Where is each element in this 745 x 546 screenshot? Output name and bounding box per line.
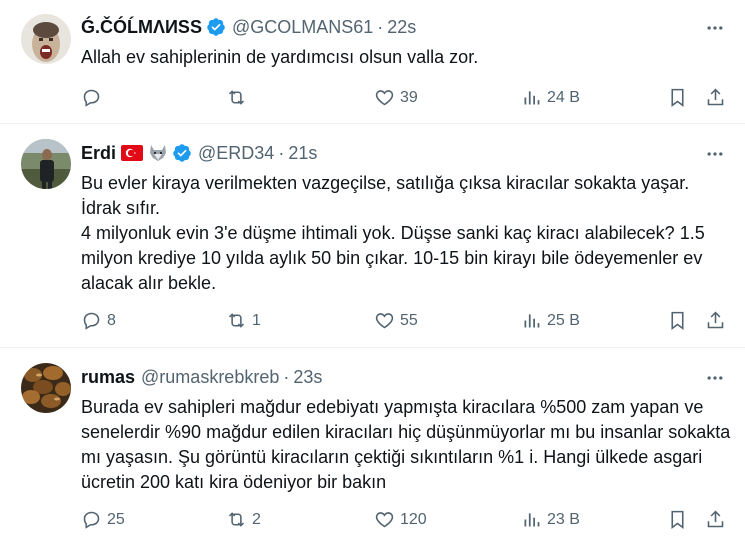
share-icon	[707, 88, 724, 106]
like-count: 120	[400, 510, 427, 528]
share-button[interactable]	[705, 509, 726, 530]
separator-dot: ·	[283, 366, 290, 387]
more-options-icon[interactable]	[705, 18, 725, 43]
bookmark-button[interactable]	[667, 310, 688, 331]
view-count: 25 B	[547, 311, 580, 329]
separator-dot: ·	[377, 16, 384, 37]
tweet-text: Bu evler kiraya verilmekten vazgeçilse, …	[81, 173, 705, 293]
bookmark-icon	[671, 311, 684, 330]
retweet-icon	[228, 90, 245, 105]
reply-count: 25	[107, 510, 125, 528]
view-count: 23 B	[547, 510, 580, 528]
turkey-flag-icon	[121, 145, 144, 161]
handle[interactable]: @ERD34	[198, 143, 274, 164]
retweet-button[interactable]: 1	[226, 310, 261, 331]
reply-icon	[83, 89, 100, 107]
retweet-icon	[228, 313, 245, 328]
reply-button[interactable]	[81, 87, 107, 108]
action-bar: 8 1 55 25 B	[81, 310, 729, 334]
timestamp[interactable]: 22s	[387, 17, 416, 38]
display-name[interactable]: Ǵ.ČÓĹMΛИSS	[81, 17, 202, 38]
like-button[interactable]: 120	[374, 509, 427, 530]
bookmark-button[interactable]	[667, 509, 688, 530]
share-icon	[707, 311, 724, 329]
tweet[interactable]: Erdi @ERD34 · 21s Bu evler kiraya verilm…	[0, 124, 745, 348]
views-button[interactable]: 25 B	[521, 310, 580, 331]
verified-badge-icon	[172, 143, 192, 163]
bookmark-icon	[671, 88, 684, 107]
reply-count: 8	[107, 311, 116, 329]
tweet[interactable]: Ǵ.ČÓĹMΛИSS @GCOLMANS61 · 22s Allah ev sa…	[0, 0, 745, 124]
avatar[interactable]	[21, 363, 71, 413]
bookmark-icon	[671, 510, 684, 529]
views-button[interactable]: 24 B	[521, 87, 580, 108]
retweet-button[interactable]	[226, 87, 252, 108]
share-icon	[707, 510, 724, 528]
more-options-icon[interactable]	[705, 368, 725, 393]
more-options-icon[interactable]	[705, 144, 725, 169]
tweet-text: Allah ev sahiplerinin de yardımcısı olsu…	[81, 47, 479, 67]
separator-dot: ·	[278, 142, 285, 163]
timestamp[interactable]: 23s	[293, 367, 322, 388]
heart-icon	[375, 313, 394, 329]
like-button[interactable]: 39	[374, 87, 418, 108]
action-bar: 25 2 120 23 B	[81, 509, 729, 533]
views-icon	[524, 314, 540, 328]
views-button[interactable]: 23 B	[521, 509, 580, 530]
avatar[interactable]	[21, 139, 71, 189]
display-name[interactable]: rumas	[81, 367, 135, 388]
retweet-count: 2	[252, 510, 261, 528]
view-count: 24 B	[547, 88, 580, 106]
reply-button[interactable]: 8	[81, 310, 116, 331]
tweet-text: Burada ev sahipleri mağdur edebiyatı yap…	[81, 397, 736, 492]
action-bar: 39 24 B	[81, 87, 729, 111]
reply-button[interactable]: 25	[81, 509, 125, 530]
wolf-icon	[148, 143, 168, 163]
share-button[interactable]	[705, 310, 726, 331]
timestamp[interactable]: 21s	[288, 143, 317, 164]
tweet[interactable]: rumas @rumaskrebkreb · 23s Burada ev sah…	[0, 348, 745, 546]
retweet-count: 1	[252, 311, 261, 329]
handle[interactable]: @rumaskrebkreb	[141, 367, 279, 388]
retweet-button[interactable]: 2	[226, 509, 261, 530]
views-icon	[524, 513, 540, 527]
like-button[interactable]: 55	[374, 310, 418, 331]
heart-icon	[375, 512, 394, 528]
like-count: 55	[400, 311, 418, 329]
heart-icon	[375, 90, 394, 106]
avatar[interactable]	[21, 14, 71, 64]
verified-badge-icon	[206, 17, 226, 37]
reply-icon	[83, 511, 100, 529]
retweet-icon	[228, 512, 245, 527]
like-count: 39	[400, 88, 418, 106]
handle[interactable]: @GCOLMANS61	[232, 17, 373, 38]
display-name[interactable]: Erdi	[81, 143, 116, 164]
views-icon	[524, 91, 540, 105]
reply-icon	[83, 312, 100, 330]
bookmark-button[interactable]	[667, 87, 688, 108]
share-button[interactable]	[705, 87, 726, 108]
